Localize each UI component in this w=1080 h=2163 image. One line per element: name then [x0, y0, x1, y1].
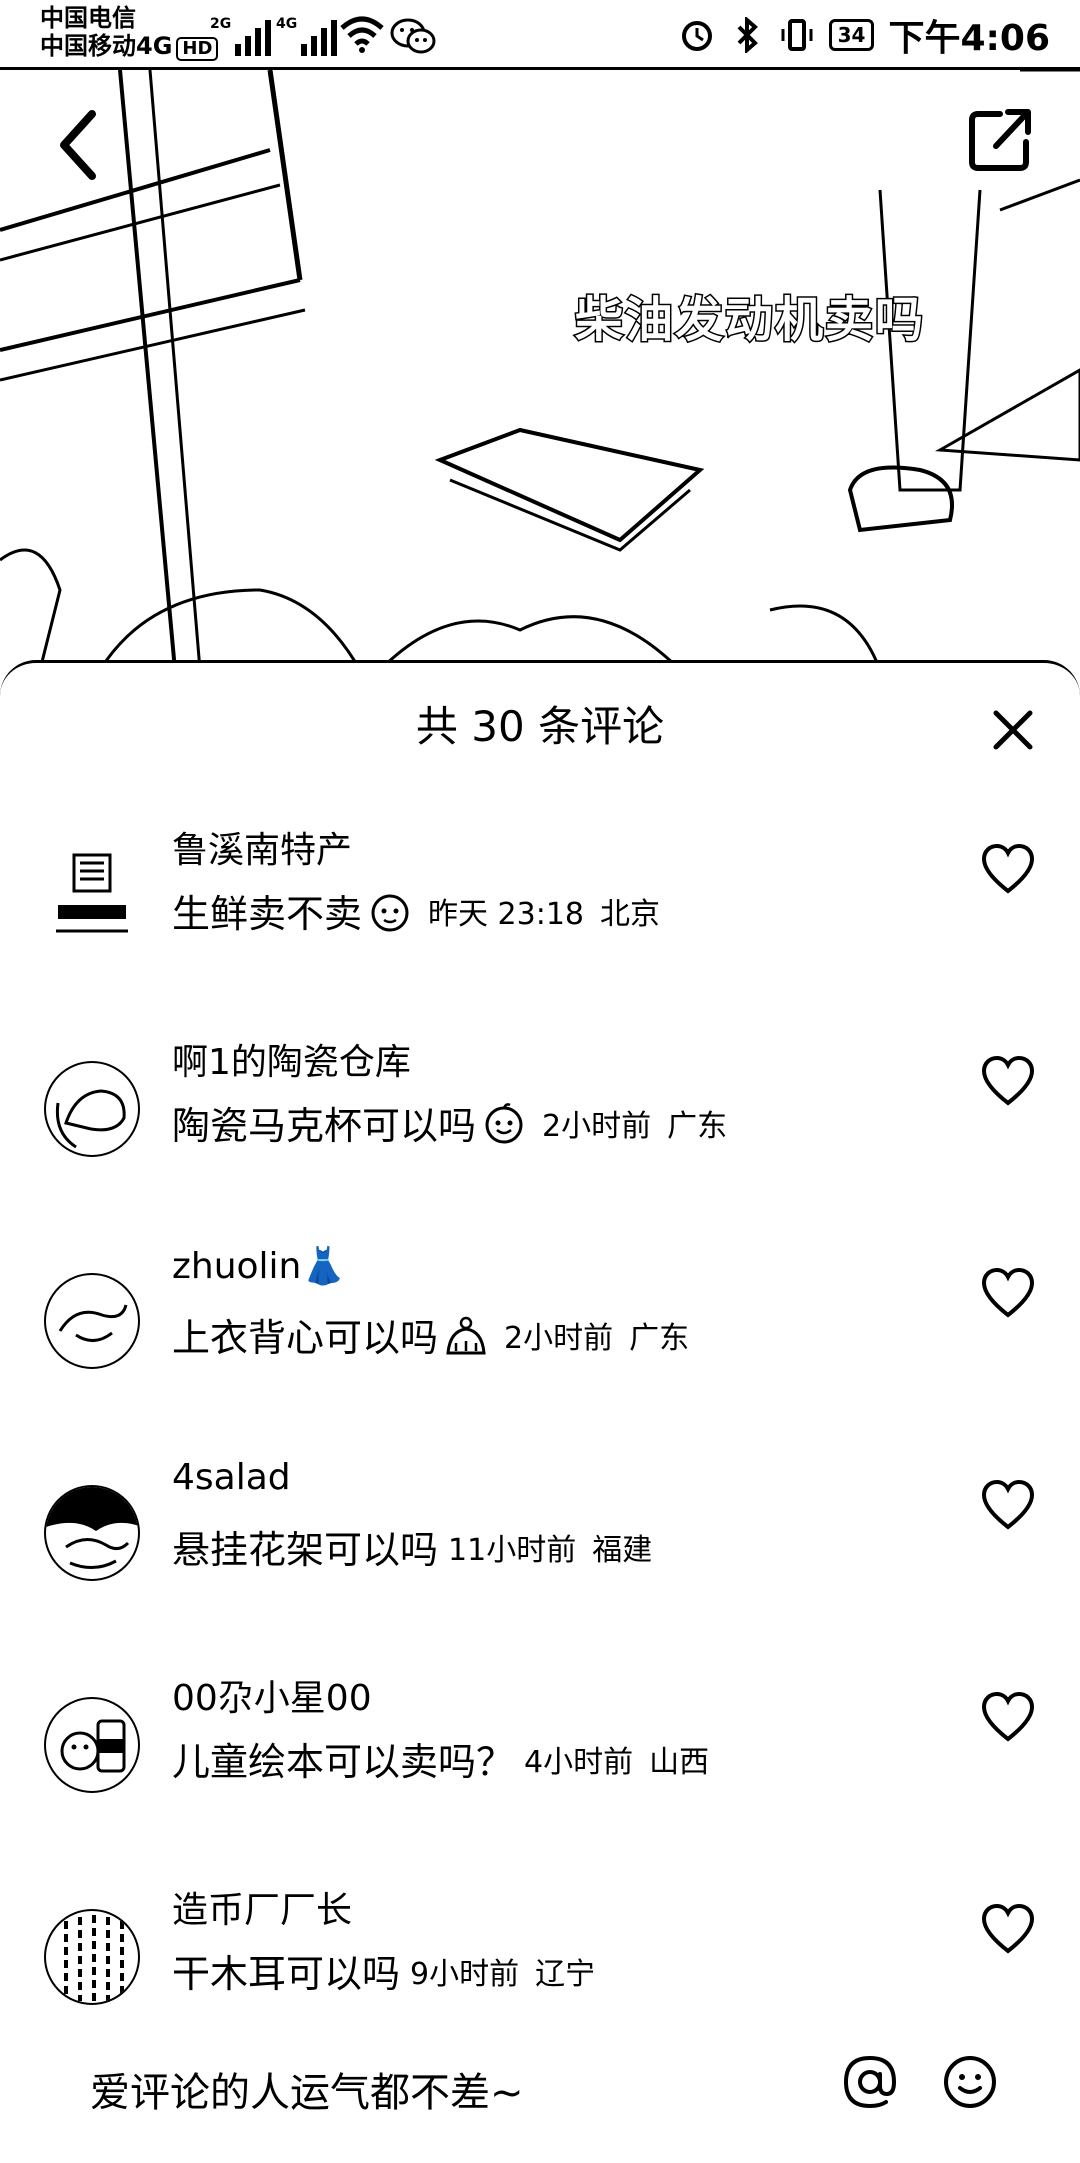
carrier-1: 中国电信	[40, 4, 136, 32]
comment-text: 上衣背心可以吗 2小时前 广东	[172, 1307, 689, 1362]
at-mention-icon[interactable]	[840, 2052, 900, 2112]
comment-username[interactable]: 造币厂厂长	[172, 1881, 352, 1933]
video-player[interactable]: 柴油发动机卖吗	[0, 70, 1080, 670]
comment-username[interactable]: zhuolin👗	[172, 1245, 346, 1287]
heart-icon[interactable]	[980, 1479, 1036, 1531]
status-bar: 中国电信 中国移动4G HD 2G 4G 34 下午4:06	[0, 0, 1080, 70]
avatar[interactable]	[44, 1697, 140, 1793]
comment-username[interactable]: 00尕小星00	[172, 1669, 372, 1721]
comment-input[interactable]: 爱评论的人运气都不差~	[90, 2060, 524, 2118]
comment-meta: 9小时前 辽宁	[410, 1956, 596, 1992]
battery-indicator: 34	[828, 19, 875, 51]
comment-meta: 2小时前 广东	[504, 1320, 690, 1356]
comment-item: zhuolin👗 上衣背心可以吗 2小时前 广东	[0, 1237, 1080, 1437]
comment-text: 儿童绘本可以卖吗？ 4小时前 山西	[172, 1731, 709, 1786]
signal-icon-2: 4G	[276, 16, 338, 56]
signal-icon-1: 2G	[210, 16, 272, 56]
alarm-icon	[681, 21, 712, 51]
comment-sheet: 共 30 条评论 鲁溪南特产 生鲜卖不卖 昨天 23:18 北京 啊1的陶瓷仓库…	[0, 660, 1080, 2163]
bluetooth-icon	[737, 17, 758, 53]
avatar[interactable]	[44, 1909, 140, 2005]
wechat-icon	[390, 18, 436, 54]
carrier-2: 中国移动4G	[40, 32, 173, 60]
comment-meta: 4小时前 山西	[524, 1744, 710, 1780]
heart-icon[interactable]	[980, 1267, 1036, 1319]
comment-text: 陶瓷马克杯可以吗 2小时前 广东	[172, 1095, 727, 1150]
comment-meta: 11小时前 福建	[448, 1532, 653, 1568]
comment-meta: 昨天 23:18 北京	[428, 896, 661, 932]
comment-text: 生鲜卖不卖 昨天 23:18 北京	[172, 883, 660, 938]
status-right: 34 下午4:06	[679, 10, 1050, 60]
comment-username[interactable]: 啊1的陶瓷仓库	[172, 1033, 411, 1085]
carrier-info: 中国电信 中国移动4G HD	[40, 4, 219, 61]
avatar[interactable]	[44, 1061, 140, 1157]
comment-item: 啊1的陶瓷仓库 陶瓷马克杯可以吗 2小时前 广东	[0, 1025, 1080, 1225]
avatar[interactable]	[44, 1273, 140, 1369]
back-arrow-icon[interactable]	[50, 100, 110, 190]
emoji-icon	[371, 894, 409, 931]
heart-icon[interactable]	[980, 843, 1036, 895]
comment-text: 悬挂花架可以吗 11小时前 福建	[172, 1519, 652, 1574]
heart-icon[interactable]	[980, 1903, 1036, 1955]
avatar[interactable]	[44, 849, 140, 945]
comment-text: 干木耳可以吗 9小时前 辽宁	[172, 1943, 595, 1998]
emoji-picker-icon[interactable]	[940, 2052, 1000, 2112]
wifi-icon	[340, 16, 384, 53]
clock: 下午4:06	[888, 18, 1050, 59]
vibrate-icon	[781, 19, 813, 51]
heart-icon[interactable]	[980, 1055, 1036, 1107]
comment-item: 00尕小星00 儿童绘本可以卖吗？ 4小时前 山西	[0, 1661, 1080, 1861]
video-caption: 柴油发动机卖吗	[573, 291, 926, 350]
share-icon[interactable]	[960, 100, 1040, 180]
comment-username[interactable]: 4salad	[172, 1457, 291, 1498]
comment-input-bar: 爱评论的人运气都不差~	[0, 2030, 1080, 2160]
comment-count-title: 共 30 条评论	[415, 702, 665, 751]
emoji-icon	[485, 1102, 523, 1143]
comment-meta: 2小时前 广东	[542, 1108, 728, 1144]
comment-username[interactable]: 鲁溪南特产	[172, 821, 352, 873]
avatar[interactable]	[44, 1485, 140, 1581]
comment-item: 鲁溪南特产 生鲜卖不卖 昨天 23:18 北京	[0, 813, 1080, 1013]
comment-item: 4salad 悬挂花架可以吗 11小时前 福建	[0, 1449, 1080, 1649]
close-icon[interactable]	[986, 703, 1040, 757]
emoji-icon	[446, 1316, 486, 1354]
heart-icon[interactable]	[980, 1691, 1036, 1743]
video-frame	[0, 70, 1080, 670]
